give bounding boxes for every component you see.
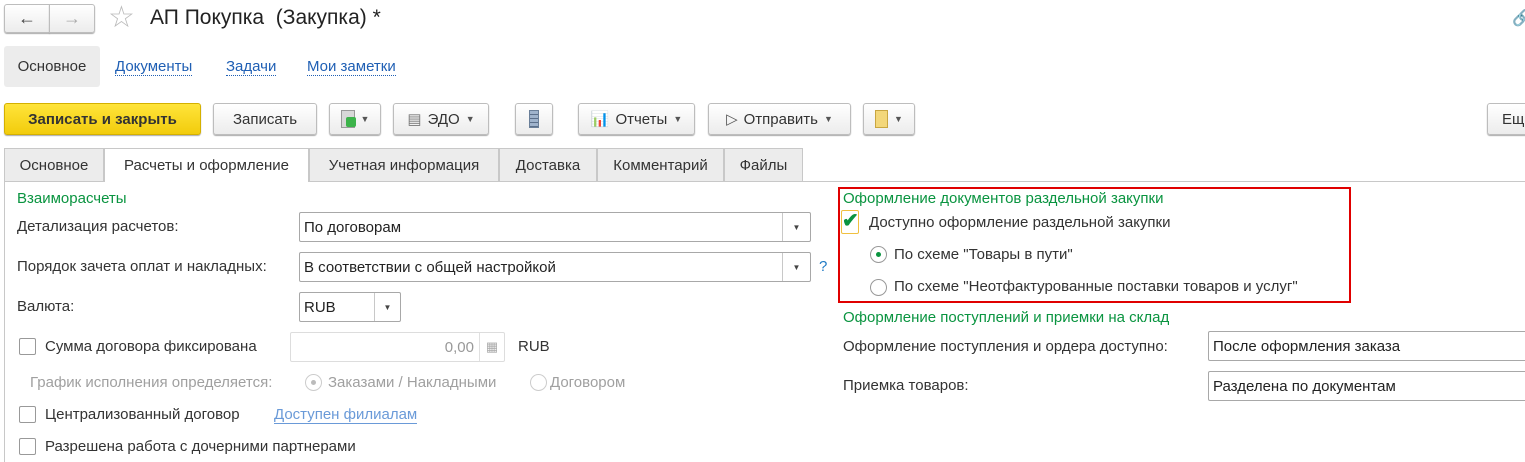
currency-select[interactable]: RUB ▼ (299, 292, 401, 322)
receipt-label: Оформление поступления и ордера доступно… (843, 338, 1168, 355)
tab-comment[interactable]: Комментарий (597, 148, 724, 181)
nav-main[interactable]: Основное (4, 46, 100, 87)
detail-value: По договорам (304, 218, 402, 236)
calculator-icon[interactable]: ▦ (479, 333, 504, 361)
order-label: Порядок зачета оплат и накладных: (17, 258, 267, 275)
back-button[interactable]: ← (4, 4, 50, 33)
acceptance-value: Разделена по документам (1213, 377, 1396, 395)
arrow-right-icon: → (63, 8, 81, 28)
tab-files[interactable]: Файлы (724, 148, 803, 181)
separate-purchase-label: Доступно оформление раздельной закупки (869, 214, 1171, 231)
fixed-sum-checkbox[interactable] (19, 338, 36, 355)
chevron-down-icon: ▼ (360, 114, 370, 124)
edo-label: ЭДО (427, 110, 460, 128)
settlements-header: Взаиморасчеты (17, 190, 127, 207)
schedule-contract-radio[interactable] (530, 374, 547, 391)
centralized-label: Централизованный договор (45, 406, 240, 423)
save-close-button[interactable]: Записать и закрыть (4, 103, 201, 135)
order-select[interactable]: В соответствии с общей настройкой ▼ (299, 252, 811, 282)
page-title: АП Покупка (Закупка) * (150, 6, 381, 29)
chevron-down-icon[interactable]: ▼ (374, 293, 400, 321)
checkmark-icon: ✔ (842, 210, 859, 232)
acceptance-label: Приемка товаров: (843, 377, 969, 394)
schedule-contract-label: Договором (550, 374, 626, 391)
link-icon[interactable]: 🔗 (1512, 8, 1525, 28)
scheme-uninvoiced-radio[interactable] (870, 279, 887, 296)
report-icon: 📊 (590, 111, 610, 128)
child-partners-checkbox[interactable] (19, 438, 36, 455)
schedule-orders-label: Заказами / Накладными (328, 374, 497, 391)
tab-delivery[interactable]: Доставка (499, 148, 597, 181)
receipts-header: Оформление поступлений и приемки на скла… (843, 309, 1170, 326)
star-icon[interactable]: ☆ (108, 0, 135, 35)
schedule-orders-radio[interactable] (305, 374, 322, 391)
arrow-left-icon: ← (18, 8, 36, 28)
scheme-goods-in-transit-label: По схеме "Товары в пути" (894, 246, 1073, 263)
detail-label: Детализация расчетов: (17, 218, 179, 235)
detail-select[interactable]: По договорам ▼ (299, 212, 811, 242)
currency-label: Валюта: (17, 298, 75, 315)
document-settings-button[interactable]: ▼ (863, 103, 915, 135)
forward-button[interactable]: → (49, 4, 95, 33)
fixed-sum-value: 0,00 (444, 338, 474, 356)
currency-value: RUB (304, 298, 336, 316)
list-icon (529, 110, 539, 128)
tab-settlements[interactable]: Расчеты и оформление (104, 148, 309, 182)
chevron-down-icon: ▼ (465, 114, 475, 124)
chevron-down-icon: ▼ (673, 114, 683, 124)
send-button[interactable]: ▷ Отправить ▼ (708, 103, 851, 135)
tab-accounting[interactable]: Учетная информация (309, 148, 499, 181)
child-partners-label: Разрешена работа с дочерними партнерами (45, 438, 356, 455)
chevron-down-icon[interactable]: ▼ (782, 253, 810, 281)
scheme-uninvoiced-label: По схеме "Неотфактурованные поставки тов… (894, 278, 1298, 295)
create-based-button[interactable]: ▼ (329, 103, 381, 135)
branches-link[interactable]: Доступен филиалам (274, 406, 418, 424)
document-green-arrow-icon (340, 110, 356, 128)
receipt-select[interactable]: После оформления заказа (1208, 331, 1525, 361)
panel-left-border (4, 181, 5, 462)
save-button[interactable]: Записать (213, 103, 317, 135)
send-label: Отправить (743, 110, 818, 128)
fixed-sum-input[interactable]: 0,00 ▦ (290, 332, 505, 362)
help-icon[interactable]: ? (819, 258, 827, 275)
edo-icon: ▤ (407, 111, 422, 128)
document-clock-icon (875, 110, 889, 128)
acceptance-select[interactable]: Разделена по документам (1208, 371, 1525, 401)
chevron-down-icon[interactable]: ▼ (782, 213, 810, 241)
chevron-down-icon: ▼ (824, 114, 833, 124)
schedule-label: График исполнения определяется: (30, 374, 273, 391)
tab-main[interactable]: Основное (4, 148, 104, 181)
chevron-down-icon: ▼ (894, 114, 903, 124)
separate-purchase-checkbox[interactable]: ✔ (841, 210, 859, 234)
edo-button[interactable]: ▤ ЭДО ▼ (393, 103, 489, 135)
nav-tasks[interactable]: Задачи (226, 58, 277, 76)
centralized-checkbox[interactable] (19, 406, 36, 423)
list-button[interactable] (515, 103, 553, 135)
send-icon: ▷ (726, 111, 738, 128)
more-button[interactable]: Ещ (1487, 103, 1525, 135)
receipt-value: После оформления заказа (1213, 337, 1401, 355)
reports-label: Отчеты (615, 110, 668, 128)
separate-purchase-header: Оформление документов раздельной закупки (843, 190, 1164, 207)
scheme-goods-in-transit-radio[interactable] (870, 246, 887, 263)
order-value: В соответствии с общей настройкой (304, 258, 556, 276)
reports-button[interactable]: 📊 Отчеты ▼ (578, 103, 695, 135)
nav-notes[interactable]: Мои заметки (307, 58, 396, 76)
nav-documents[interactable]: Документы (115, 58, 193, 76)
fixed-sum-currency: RUB (518, 338, 550, 355)
fixed-sum-label: Сумма договора фиксирована (45, 338, 257, 355)
